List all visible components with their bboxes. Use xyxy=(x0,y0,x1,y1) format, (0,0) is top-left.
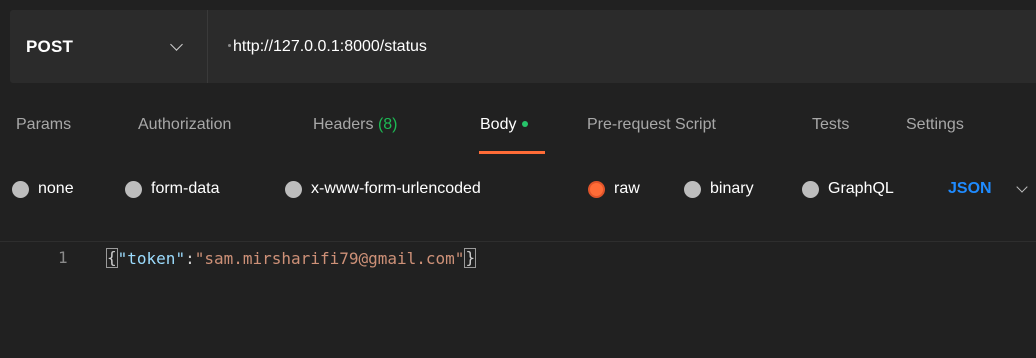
tab-params-label: Params xyxy=(16,116,72,133)
request-url-text: http://127.0.0.1:8000/status xyxy=(233,37,427,55)
tab-authorization-label: Authorization xyxy=(138,116,232,133)
cursor-dot-icon xyxy=(228,44,231,47)
tab-tests-label: Tests xyxy=(812,116,850,133)
radio-circle-icon xyxy=(684,180,701,198)
close-brace: } xyxy=(464,248,477,268)
radio-circle-icon xyxy=(12,180,29,198)
body-type-options: none form-data x-www-form-urlencoded raw… xyxy=(0,172,1036,208)
tab-settings[interactable]: Settings xyxy=(906,116,964,134)
radio-binary[interactable]: binary xyxy=(684,180,754,198)
tab-body-label: Body xyxy=(480,116,517,133)
radio-raw[interactable]: raw xyxy=(588,180,640,198)
raw-format-select[interactable]: JSON xyxy=(948,180,1028,198)
json-key: "token" xyxy=(117,248,186,268)
radio-form-data[interactable]: form-data xyxy=(125,180,219,198)
radio-circle-icon xyxy=(285,180,302,198)
radio-none[interactable]: none xyxy=(12,180,74,198)
request-url-input[interactable]: http://127.0.0.1:8000/status xyxy=(208,10,1036,83)
radio-graphql-label: GraphQL xyxy=(828,180,894,197)
chevron-down-icon xyxy=(1015,181,1028,193)
postman-request-panel: POST http://127.0.0.1:8000/status Params… xyxy=(0,0,1036,358)
body-code-editor[interactable]: 1 {"token": "sam.mirsharifi79@gmail.com"} xyxy=(0,242,1036,358)
radio-binary-label: binary xyxy=(710,180,754,197)
line-number: 1 xyxy=(58,248,68,267)
json-value: "sam.mirsharifi79@gmail.com" xyxy=(194,248,465,268)
radio-form-data-label: form-data xyxy=(151,180,220,197)
radio-raw-label: raw xyxy=(614,180,640,197)
tab-headers[interactable]: Headers (8) xyxy=(313,116,398,134)
tab-authorization[interactable]: Authorization xyxy=(138,116,231,134)
radio-circle-icon xyxy=(802,180,819,198)
open-brace: { xyxy=(106,248,118,268)
tab-params[interactable]: Params xyxy=(16,116,71,134)
request-tabs: Params Authorization Headers (8) Body Pr… xyxy=(0,96,1036,156)
chevron-down-icon xyxy=(170,37,183,51)
radio-selected-icon xyxy=(588,180,605,198)
tab-settings-label: Settings xyxy=(906,116,964,133)
http-method-label: POST xyxy=(26,36,74,56)
raw-format-label: JSON xyxy=(948,180,992,197)
tab-tests[interactable]: Tests xyxy=(812,116,849,134)
radio-x-www-form-urlencoded[interactable]: x-www-form-urlencoded xyxy=(285,180,481,198)
tab-pre-request-script-label: Pre-request Script xyxy=(587,116,716,133)
radio-circle-icon xyxy=(125,180,142,198)
radio-graphql[interactable]: GraphQL xyxy=(802,180,894,198)
json-colon: : xyxy=(185,248,195,268)
request-url-bar: POST http://127.0.0.1:8000/status xyxy=(10,10,1036,83)
code-line[interactable]: {"token": "sam.mirsharifi79@gmail.com"} xyxy=(106,248,477,268)
tab-headers-label: Headers xyxy=(313,116,374,133)
body-modified-indicator-icon xyxy=(522,121,529,127)
radio-x-www-form-urlencoded-label: x-www-form-urlencoded xyxy=(311,180,481,197)
radio-none-label: none xyxy=(38,180,74,197)
active-tab-underline xyxy=(479,151,545,154)
http-method-select[interactable]: POST xyxy=(10,10,208,83)
tab-body[interactable]: Body xyxy=(480,116,529,134)
tab-pre-request-script[interactable]: Pre-request Script xyxy=(587,116,716,134)
headers-count-badge: (8) xyxy=(377,116,398,133)
